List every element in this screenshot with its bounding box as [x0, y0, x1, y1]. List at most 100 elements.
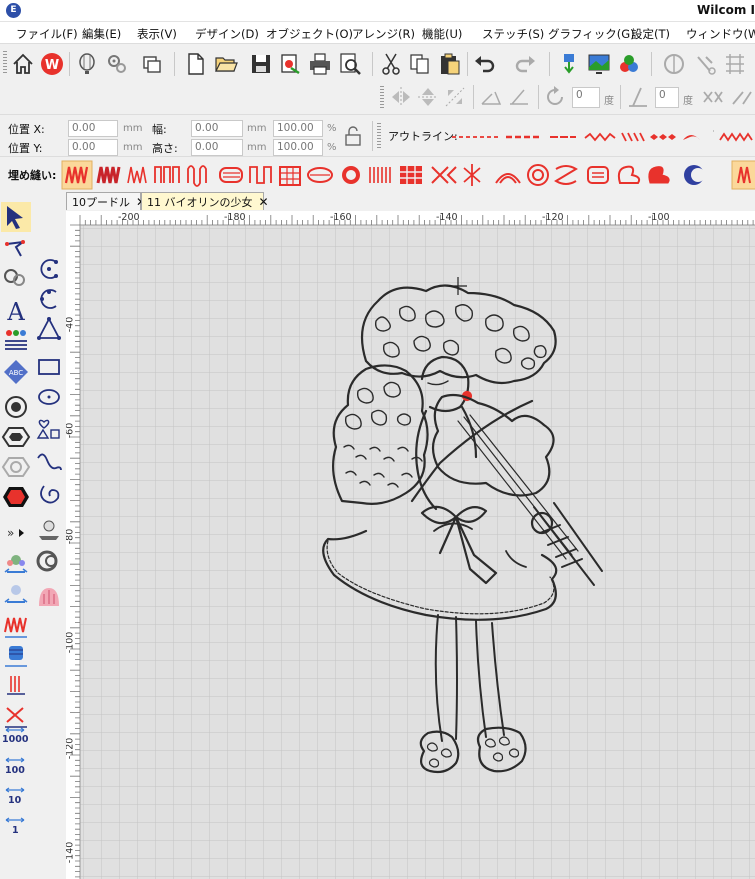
freehand-tool-icon[interactable]: [34, 448, 64, 478]
spiral-tool-icon[interactable]: [34, 478, 64, 508]
skew-icon[interactable]: [478, 84, 504, 110]
fill-stitch-bar: 埋め縫い:: [0, 156, 755, 192]
ring-icon[interactable]: [1, 452, 31, 482]
export-icon[interactable]: [277, 51, 303, 77]
unit-percent: %: [327, 142, 337, 153]
shell-icon[interactable]: [34, 582, 64, 612]
shapes-tool-icon[interactable]: [34, 412, 64, 442]
menu-function[interactable]: 機能(U): [422, 26, 462, 42]
layers-icon[interactable]: [140, 51, 166, 77]
mirror-horizontal-icon[interactable]: [388, 84, 414, 110]
tab-poodle[interactable]: 10プードル✕: [66, 192, 146, 210]
cc-stitch-icon[interactable]: [34, 546, 64, 576]
sequence-icon[interactable]: [556, 51, 582, 77]
home-icon[interactable]: [10, 51, 36, 77]
menu-window[interactable]: ウィンドウ(W): [686, 26, 755, 42]
pos-x-label: 位置 X:: [8, 123, 45, 136]
monogram-icon[interactable]: [1, 580, 31, 610]
fill-stitch-types[interactable]: [60, 159, 755, 191]
tree-icon[interactable]: [1, 550, 31, 580]
distribute-tools-icon[interactable]: [729, 84, 755, 110]
violin-strings: [457, 414, 579, 560]
menu-file[interactable]: ファイル(F): [16, 26, 78, 42]
menu-object[interactable]: オブジェクト(O): [266, 26, 353, 42]
spool-icon[interactable]: [1, 640, 31, 670]
lock-proportion-icon[interactable]: [340, 123, 366, 149]
menu-graphic[interactable]: グラフィック(G): [548, 26, 635, 42]
polygon-tool-icon[interactable]: [34, 314, 64, 344]
shoe-left: [419, 730, 460, 774]
property-bar: 位置 X: 0.00 mm 位置 Y: 0.00 mm 幅: 0.00 mm 高…: [0, 114, 755, 156]
slant-angle-icon[interactable]: [625, 84, 651, 110]
height-percent-input[interactable]: 100.00: [273, 139, 323, 156]
select-arrow-icon[interactable]: [1, 202, 31, 232]
rotate-angle-input[interactable]: 0: [572, 87, 600, 108]
cut-icon[interactable]: [378, 51, 404, 77]
svg-text:W: W: [45, 58, 59, 73]
mirror-diagonal-icon[interactable]: [442, 84, 468, 110]
height-label: 高さ:: [152, 142, 178, 155]
gears-icon[interactable]: [104, 51, 130, 77]
tab-label: 10プードル: [72, 196, 130, 209]
grid-icon[interactable]: [722, 51, 748, 77]
design-canvas[interactable]: -200 -180 -160 -140 -120 -100 -40 -60 -8…: [66, 211, 755, 879]
tab-violin-girl[interactable]: 11 バイオリンの少女 ✕: [141, 192, 269, 210]
pos-y-input[interactable]: 0.00: [68, 139, 118, 156]
width-input[interactable]: 0.00: [191, 120, 243, 137]
zigzag-stitch-icon[interactable]: [1, 610, 31, 640]
pos-x-input[interactable]: 0.00: [68, 120, 118, 137]
menu-stitch[interactable]: ステッチ(S): [482, 26, 544, 42]
print-icon[interactable]: [307, 51, 333, 77]
curve-tool-2-icon[interactable]: [34, 284, 64, 314]
undo-icon[interactable]: [472, 51, 498, 77]
svg-text:A: A: [6, 298, 25, 326]
preview-icon[interactable]: [337, 51, 363, 77]
trim-icon[interactable]: [1, 672, 31, 702]
svg-text:»: »: [7, 526, 14, 540]
save-icon[interactable]: [248, 51, 274, 77]
people-icon[interactable]: [1, 325, 31, 355]
rectangle-tool-icon[interactable]: [34, 352, 64, 382]
menu-arrange[interactable]: アレンジ(R): [352, 26, 415, 42]
emblem-icon[interactable]: ABC: [1, 357, 31, 387]
align-tools-icon[interactable]: [700, 84, 726, 110]
outline-styles[interactable]: [450, 125, 755, 149]
width-percent-input[interactable]: 100.00: [273, 120, 323, 137]
menu-design[interactable]: デザイン(D): [195, 26, 259, 42]
pos-y-label: 位置 Y:: [8, 142, 43, 155]
circle-icon[interactable]: [1, 392, 31, 422]
balloon-icon[interactable]: [74, 51, 100, 77]
fill-label: 埋め縫い:: [8, 169, 57, 182]
height-input[interactable]: 0.00: [191, 139, 243, 156]
menu-edit[interactable]: 編集(E): [82, 26, 121, 42]
mirror-vertical-icon[interactable]: [415, 84, 441, 110]
menu-settings[interactable]: 設定(T): [631, 26, 670, 42]
hoop-design-icon[interactable]: [34, 514, 64, 544]
lettering-icon[interactable]: A: [1, 296, 31, 326]
outline-label: アウトライン:: [388, 130, 458, 143]
paste-icon[interactable]: [437, 51, 463, 77]
menu-view[interactable]: 表示(V): [137, 26, 177, 42]
more-icon[interactable]: »: [1, 518, 31, 548]
colors-icon[interactable]: [616, 51, 642, 77]
crosshair-cursor: [449, 277, 467, 295]
reshape-icon[interactable]: [1, 232, 31, 262]
close-icon[interactable]: ✕: [259, 195, 269, 209]
wilcom-w-icon[interactable]: W: [39, 51, 65, 77]
embroidery-design[interactable]: [66, 211, 755, 879]
ellipse-tool-icon[interactable]: [34, 382, 64, 412]
slant-angle-input[interactable]: 0: [655, 87, 679, 108]
hexagon-icon[interactable]: [1, 422, 31, 452]
redo-icon[interactable]: [512, 51, 538, 77]
red-hexagon-icon[interactable]: [1, 482, 31, 512]
curve-tool-icon[interactable]: [34, 254, 64, 284]
copy-icon[interactable]: [407, 51, 433, 77]
slant-icon[interactable]: [506, 84, 532, 110]
stitch-player-icon[interactable]: [692, 51, 718, 77]
knife-icon[interactable]: [1, 262, 31, 292]
hoop-icon[interactable]: [661, 51, 687, 77]
new-file-icon[interactable]: [183, 51, 209, 77]
rotate-icon[interactable]: [542, 84, 568, 110]
image-icon[interactable]: [586, 51, 612, 77]
open-folder-icon[interactable]: [213, 51, 239, 77]
